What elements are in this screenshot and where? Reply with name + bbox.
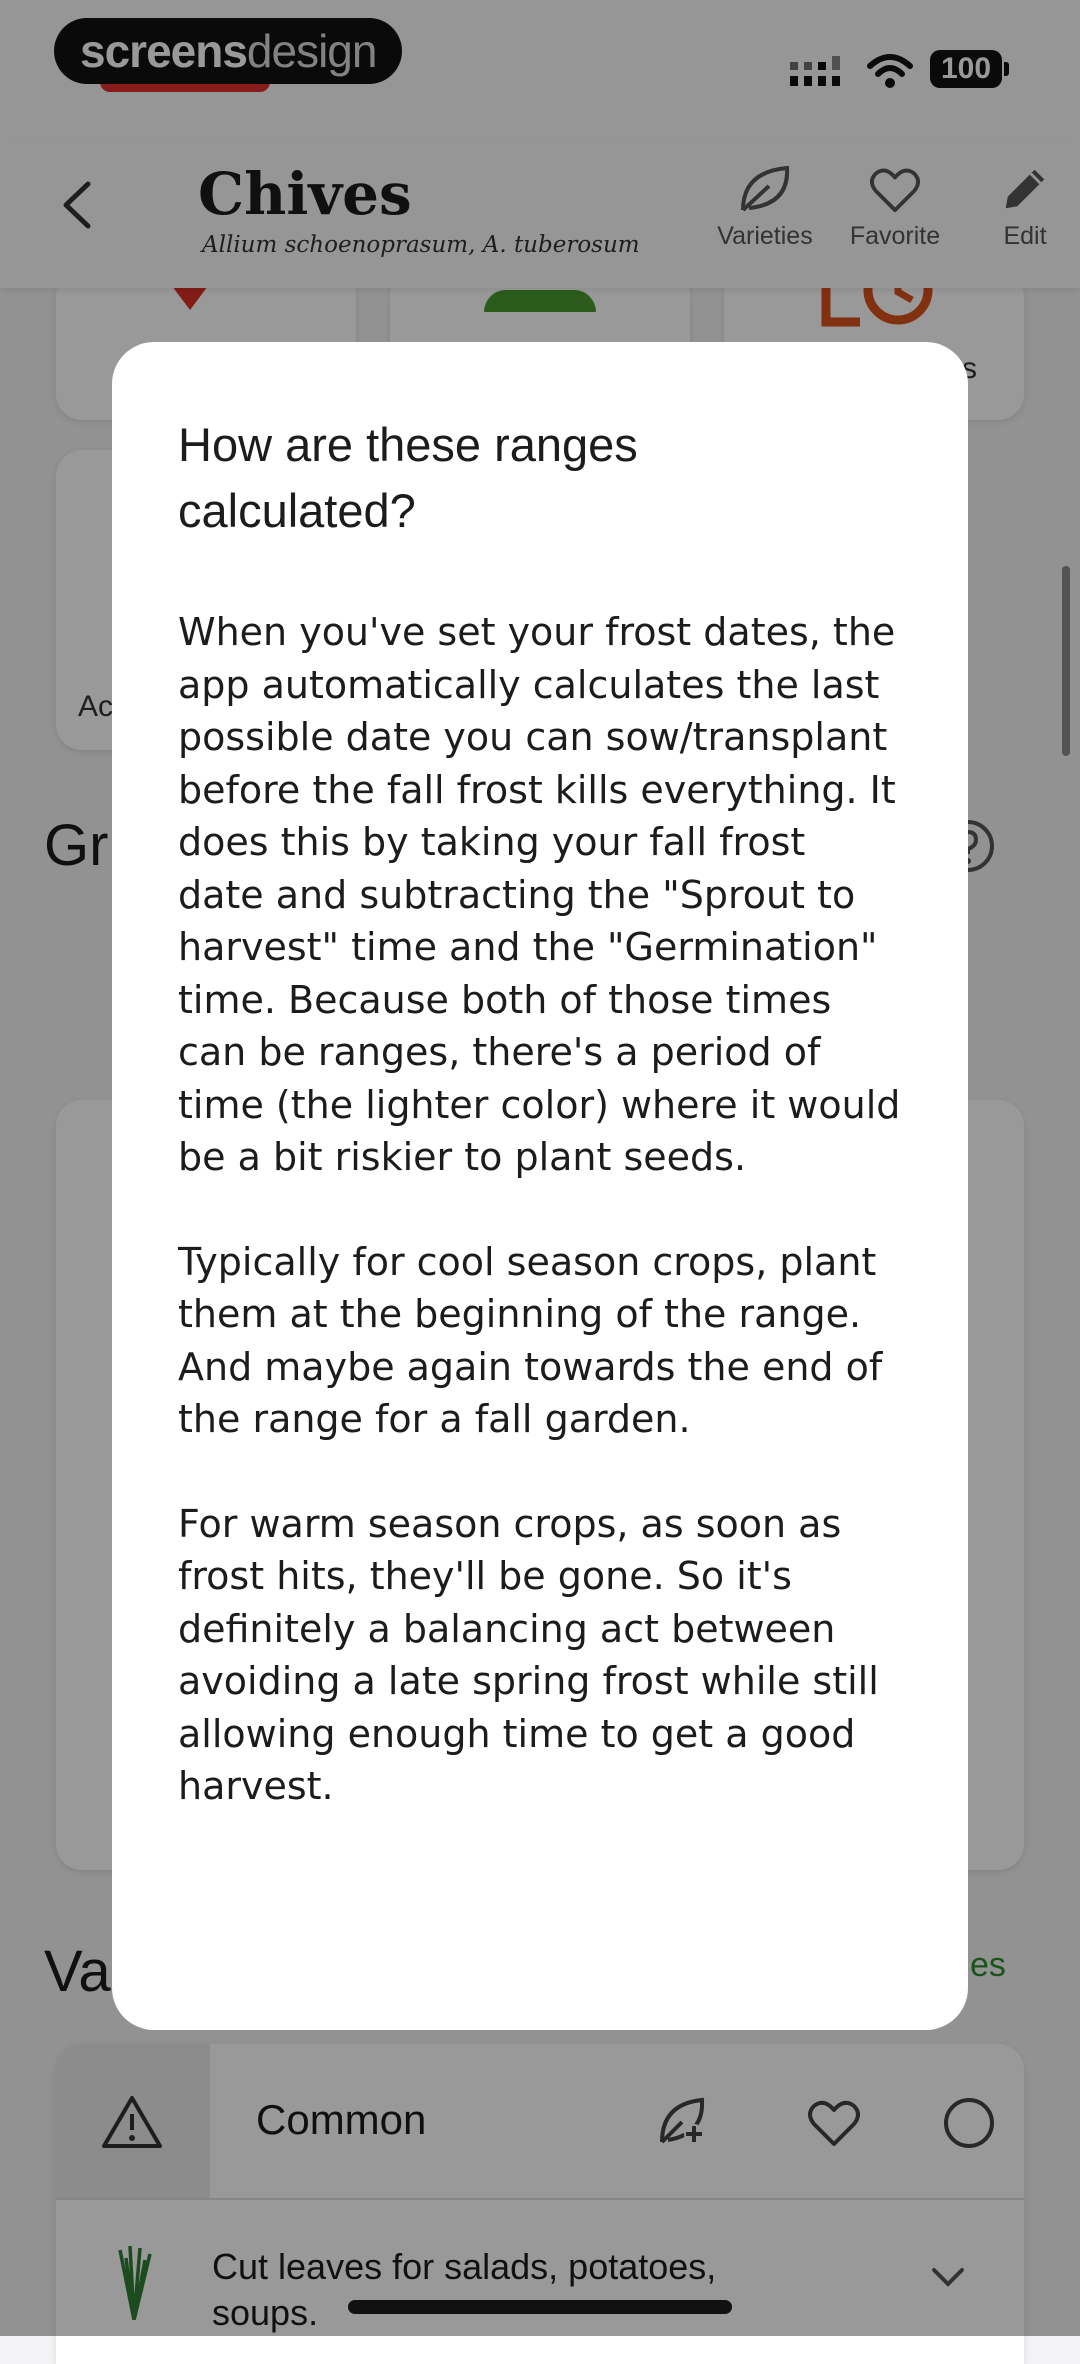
dialog-paragraph: Typically for cool season crops, plant t… <box>178 1239 883 1442</box>
ranges-info-dialog: How are these ranges calculated? When yo… <box>112 342 968 2030</box>
dialog-paragraph: When you've set your frost dates, the ap… <box>178 610 901 1179</box>
dialog-paragraph: For warm season crops, as soon as frost … <box>178 1501 879 1809</box>
dialog-title: How are these ranges calculated? <box>178 418 638 537</box>
home-indicator[interactable] <box>348 2300 732 2314</box>
